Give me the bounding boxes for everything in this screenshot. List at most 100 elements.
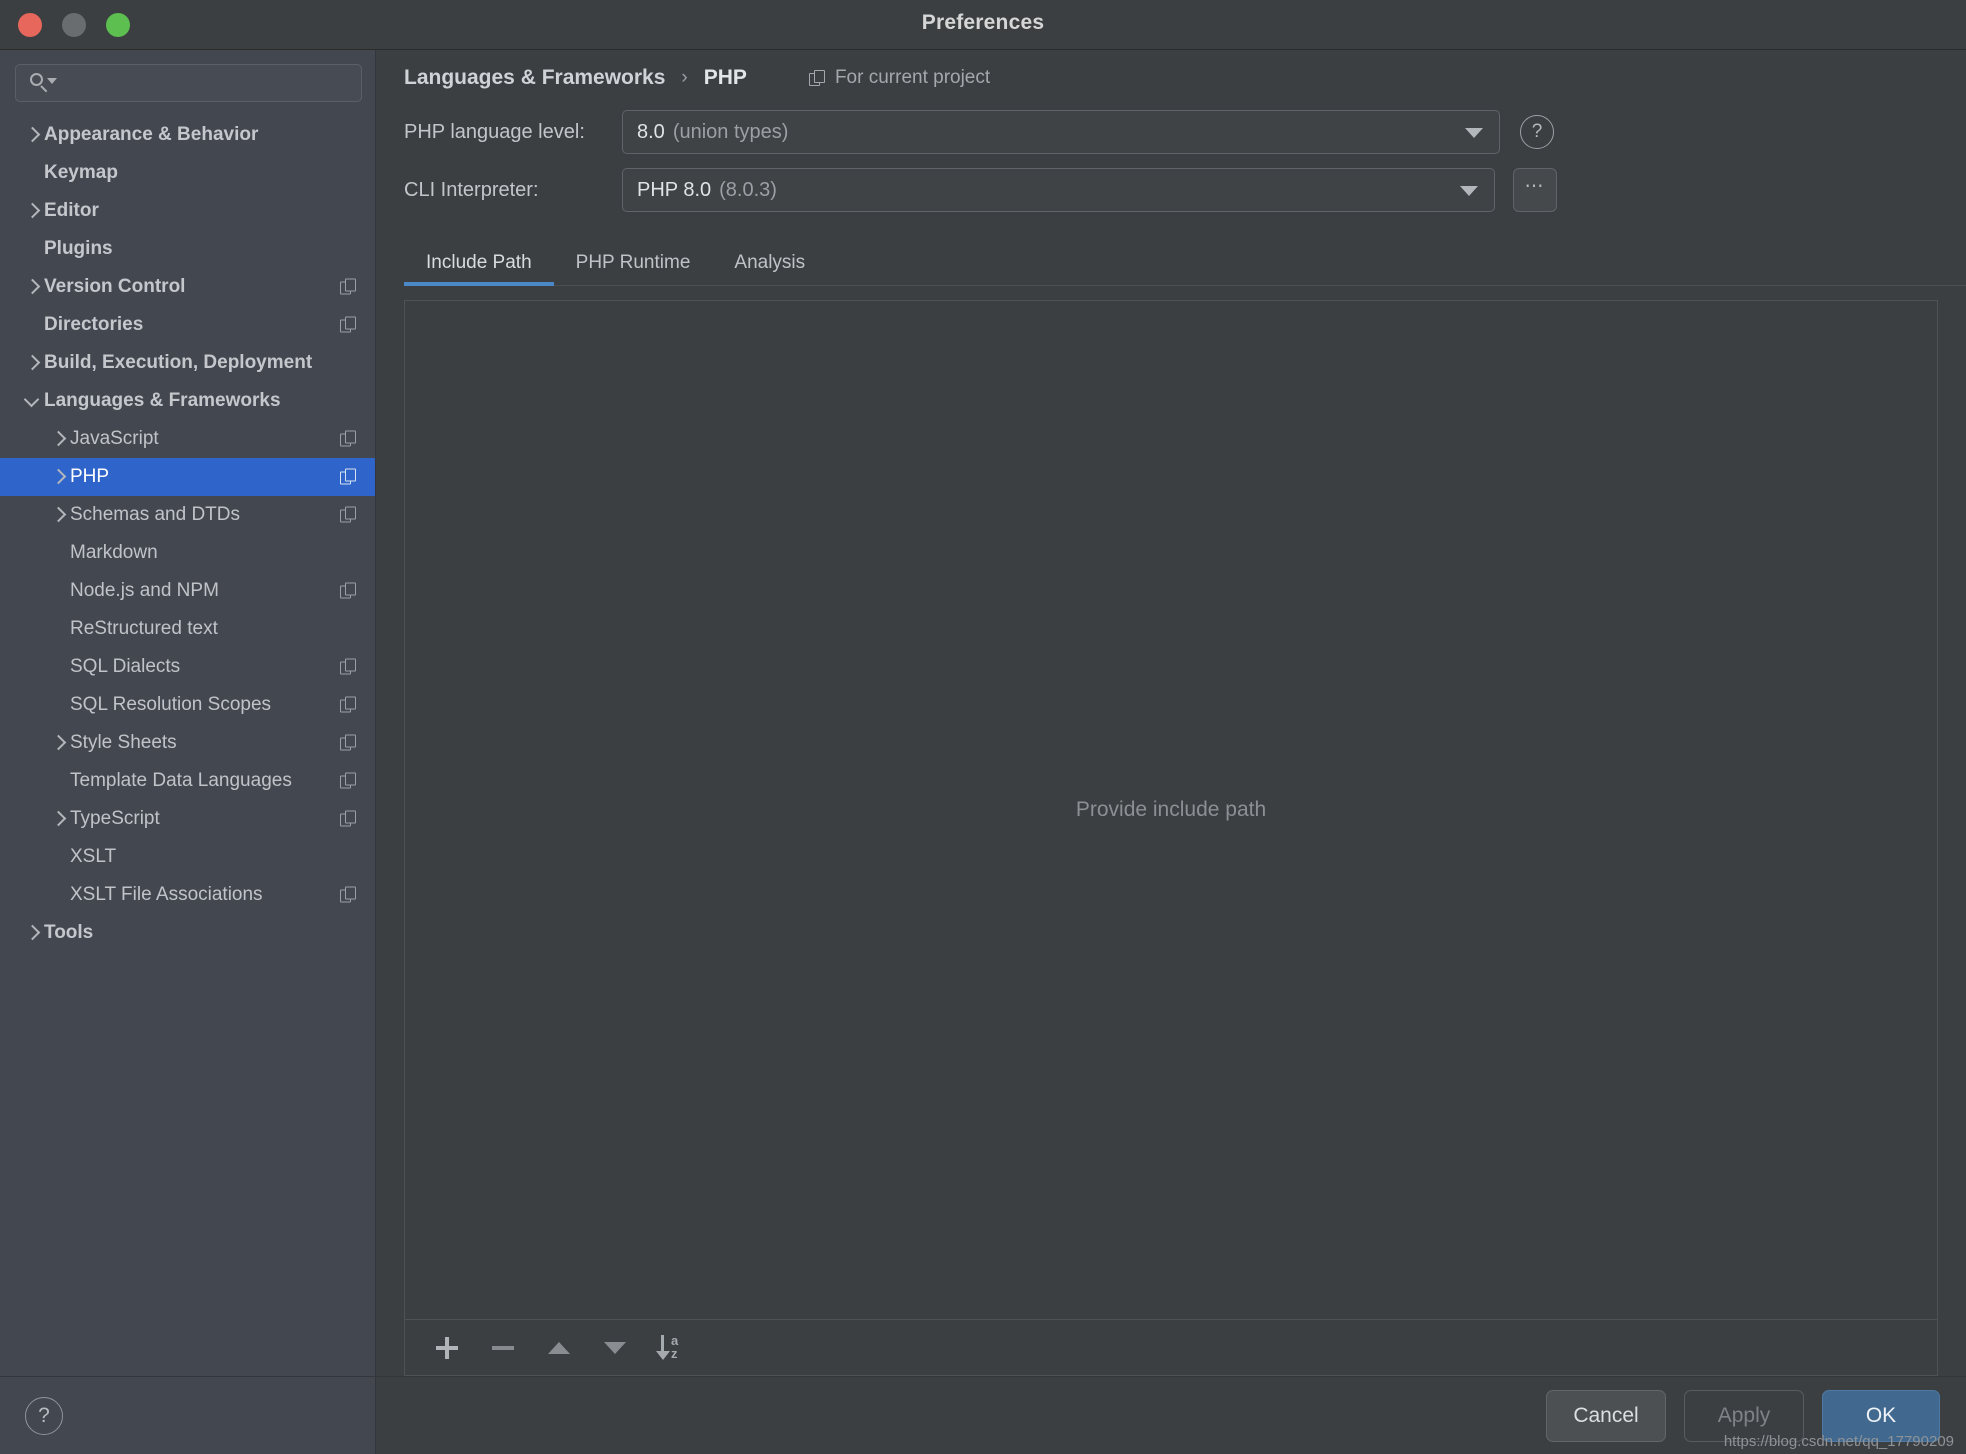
include-path-list[interactable]: Provide include path bbox=[404, 300, 1938, 1320]
copy-icon bbox=[340, 316, 357, 334]
copy-icon bbox=[340, 278, 357, 296]
sort-button[interactable]: a z bbox=[643, 1326, 699, 1370]
chevron-placeholder bbox=[48, 619, 68, 639]
tab-php-runtime[interactable]: PHP Runtime bbox=[554, 242, 713, 286]
chevron-placeholder bbox=[48, 581, 68, 601]
chevron-placeholder bbox=[22, 315, 42, 335]
window-title: Preferences bbox=[921, 11, 1045, 34]
chevron-down-icon bbox=[1465, 128, 1483, 138]
cli-interpreter-select[interactable]: PHP 8.0 (8.0.3) bbox=[622, 168, 1495, 212]
sidebar-item-plugins[interactable]: Plugins bbox=[0, 230, 375, 268]
plus-icon bbox=[436, 1336, 458, 1359]
tab-include-path[interactable]: Include Path bbox=[404, 242, 554, 286]
sidebar-item-php[interactable]: PHP bbox=[0, 458, 375, 496]
sidebar-item-build-execution-deployment[interactable]: Build, Execution, Deployment bbox=[0, 344, 375, 382]
chevron-right-icon[interactable] bbox=[22, 201, 42, 221]
chevron-placeholder bbox=[22, 239, 42, 259]
sidebar-item-node-js-and-npm[interactable]: Node.js and NPM bbox=[0, 572, 375, 610]
sidebar-item-directories[interactable]: Directories bbox=[0, 306, 375, 344]
chevron-placeholder bbox=[48, 657, 68, 677]
chevron-right-icon[interactable] bbox=[48, 505, 68, 525]
title-bar: Preferences bbox=[0, 0, 1966, 50]
copy-icon bbox=[340, 658, 357, 676]
sidebar-item-version-control[interactable]: Version Control bbox=[0, 268, 375, 306]
chevron-down-icon[interactable] bbox=[22, 391, 42, 411]
sidebar-item-label: Style Sheets bbox=[70, 732, 177, 753]
sidebar-item-template-data-languages[interactable]: Template Data Languages bbox=[0, 762, 375, 800]
search-input[interactable] bbox=[52, 74, 351, 92]
chevron-right-icon[interactable] bbox=[22, 353, 42, 373]
tab-label: PHP Runtime bbox=[575, 252, 691, 273]
chevron-right-icon[interactable] bbox=[22, 125, 42, 145]
copy-icon bbox=[340, 430, 357, 448]
remove-button[interactable] bbox=[475, 1326, 531, 1370]
sidebar-item-schemas-and-dtds[interactable]: Schemas and DTDs bbox=[0, 496, 375, 534]
cli-interpreter-label: CLI Interpreter: bbox=[404, 178, 539, 201]
chevron-right-icon[interactable] bbox=[48, 467, 68, 487]
copy-icon bbox=[340, 886, 357, 904]
sidebar-item-label: Schemas and DTDs bbox=[70, 504, 241, 525]
sidebar-item-label: Template Data Languages bbox=[70, 770, 292, 791]
add-button[interactable] bbox=[419, 1326, 475, 1370]
copy-icon bbox=[340, 810, 357, 828]
breadcrumb-separator: › bbox=[681, 67, 688, 88]
cli-interpreter-value: PHP 8.0 bbox=[637, 178, 712, 201]
chevron-right-icon[interactable] bbox=[48, 809, 68, 829]
sidebar-item-label: Markdown bbox=[70, 542, 158, 563]
copy-icon bbox=[340, 772, 357, 790]
copy-icon bbox=[340, 582, 357, 600]
sidebar-item-javascript[interactable]: JavaScript bbox=[0, 420, 375, 458]
sidebar-item-style-sheets[interactable]: Style Sheets bbox=[0, 724, 375, 762]
dialog-footer: Cancel Apply OK https://blog.csdn.net/qq… bbox=[376, 1376, 1966, 1454]
sort-letter-z: z bbox=[671, 1345, 678, 1361]
chevron-right-icon[interactable] bbox=[48, 733, 68, 753]
sidebar-item-xslt-file-associations[interactable]: XSLT File Associations bbox=[0, 876, 375, 914]
chevron-placeholder bbox=[48, 695, 68, 715]
sidebar-item-label: Editor bbox=[44, 200, 99, 221]
sidebar-item-markdown[interactable]: Markdown bbox=[0, 534, 375, 572]
chevron-placeholder bbox=[48, 847, 68, 867]
sidebar-item-sql-dialects[interactable]: SQL Dialects bbox=[0, 648, 375, 686]
sidebar-item-label: JavaScript bbox=[70, 428, 159, 449]
breadcrumb: Languages & Frameworks › PHP For current… bbox=[376, 50, 1966, 102]
sidebar-item-xslt[interactable]: XSLT bbox=[0, 838, 375, 876]
sidebar-item-typescript[interactable]: TypeScript bbox=[0, 800, 375, 838]
sidebar-item-appearance-behavior[interactable]: Appearance & Behavior bbox=[0, 116, 375, 154]
move-up-button[interactable] bbox=[531, 1326, 587, 1370]
sidebar-item-tools[interactable]: Tools bbox=[0, 914, 375, 952]
sidebar-item-label: TypeScript bbox=[70, 808, 160, 829]
chevron-placeholder bbox=[48, 771, 68, 791]
tab-label: Analysis bbox=[734, 252, 806, 273]
help-icon[interactable]: ? bbox=[1520, 115, 1554, 149]
preferences-window: Preferences Appearance & Behavior Keymap E… bbox=[0, 0, 1966, 1454]
help-icon[interactable]: ? bbox=[25, 1396, 63, 1435]
chevron-right-icon[interactable] bbox=[48, 429, 68, 449]
project-scope[interactable]: For current project bbox=[808, 67, 990, 89]
chevron-right-icon[interactable] bbox=[22, 923, 42, 943]
chevron-placeholder bbox=[48, 885, 68, 905]
sidebar-item-restructured-text[interactable]: ReStructured text bbox=[0, 610, 375, 648]
sidebar-item-sql-resolution-scopes[interactable]: SQL Resolution Scopes bbox=[0, 686, 375, 724]
sidebar-item-label: Plugins bbox=[44, 238, 113, 259]
sidebar-item-keymap[interactable]: Keymap bbox=[0, 154, 375, 192]
arrow-up-icon bbox=[548, 1341, 570, 1354]
sidebar-item-editor[interactable]: Editor bbox=[0, 192, 375, 230]
breadcrumb-root[interactable]: Languages & Frameworks bbox=[404, 66, 665, 90]
move-down-button[interactable] bbox=[587, 1326, 643, 1370]
chevron-right-icon[interactable] bbox=[22, 277, 42, 297]
php-language-level-row: PHP language level: 8.0 (union types) ? bbox=[376, 110, 1966, 154]
search-box[interactable] bbox=[15, 64, 362, 102]
cli-interpreter-more-button[interactable]: ⋯ bbox=[1513, 168, 1557, 212]
cancel-button[interactable]: Cancel bbox=[1546, 1389, 1666, 1442]
search-icon bbox=[30, 72, 57, 94]
cli-interpreter-detail: (8.0.3) bbox=[719, 178, 777, 201]
sidebar-item-languages-frameworks[interactable]: Languages & Frameworks bbox=[0, 382, 375, 420]
chevron-down-icon bbox=[1460, 186, 1478, 196]
sidebar-item-label: Node.js and NPM bbox=[70, 580, 219, 601]
php-language-level-select[interactable]: 8.0 (union types) bbox=[622, 110, 1500, 154]
minus-icon bbox=[492, 1345, 514, 1350]
php-language-level-detail: (union types) bbox=[672, 120, 789, 143]
sidebar-item-label: Version Control bbox=[44, 276, 186, 297]
sidebar-item-label: Build, Execution, Deployment bbox=[44, 352, 313, 373]
tab-analysis[interactable]: Analysis bbox=[712, 242, 827, 286]
